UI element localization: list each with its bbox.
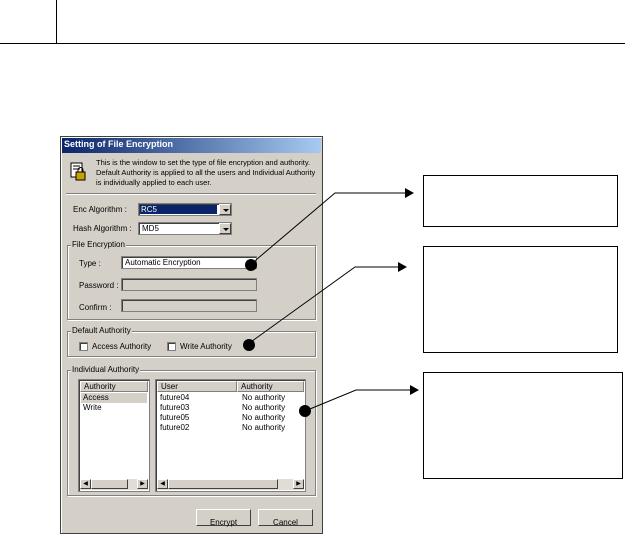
callout-marker-type (245, 259, 257, 271)
callout-marker-individual-authority (299, 405, 311, 417)
callout-marker-default-authority (243, 339, 255, 351)
callout-box-individual-authority (423, 372, 623, 479)
callout-box-type (423, 175, 618, 227)
callout-box-default-authority (423, 246, 618, 353)
